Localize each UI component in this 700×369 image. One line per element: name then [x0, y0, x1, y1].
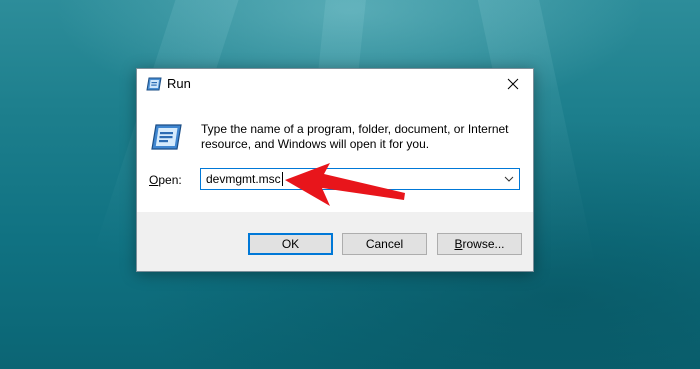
- cancel-button[interactable]: Cancel: [342, 233, 427, 255]
- run-icon: [146, 77, 162, 91]
- red-arrow-icon: [285, 163, 405, 206]
- dialog-title: Run: [167, 76, 191, 91]
- open-input[interactable]: devmgmt.msc: [206, 172, 283, 186]
- run-program-icon: [150, 123, 182, 151]
- open-label: Open:: [149, 173, 182, 187]
- browse-button[interactable]: Browse...: [437, 233, 522, 255]
- dropdown-button[interactable]: [501, 171, 517, 187]
- title-bar[interactable]: Run: [137, 69, 533, 99]
- ok-button[interactable]: OK: [248, 233, 333, 255]
- close-icon: [507, 78, 519, 90]
- chevron-down-icon: [504, 176, 514, 182]
- close-button[interactable]: [493, 69, 533, 99]
- dialog-description: Type the name of a program, folder, docu…: [201, 122, 509, 151]
